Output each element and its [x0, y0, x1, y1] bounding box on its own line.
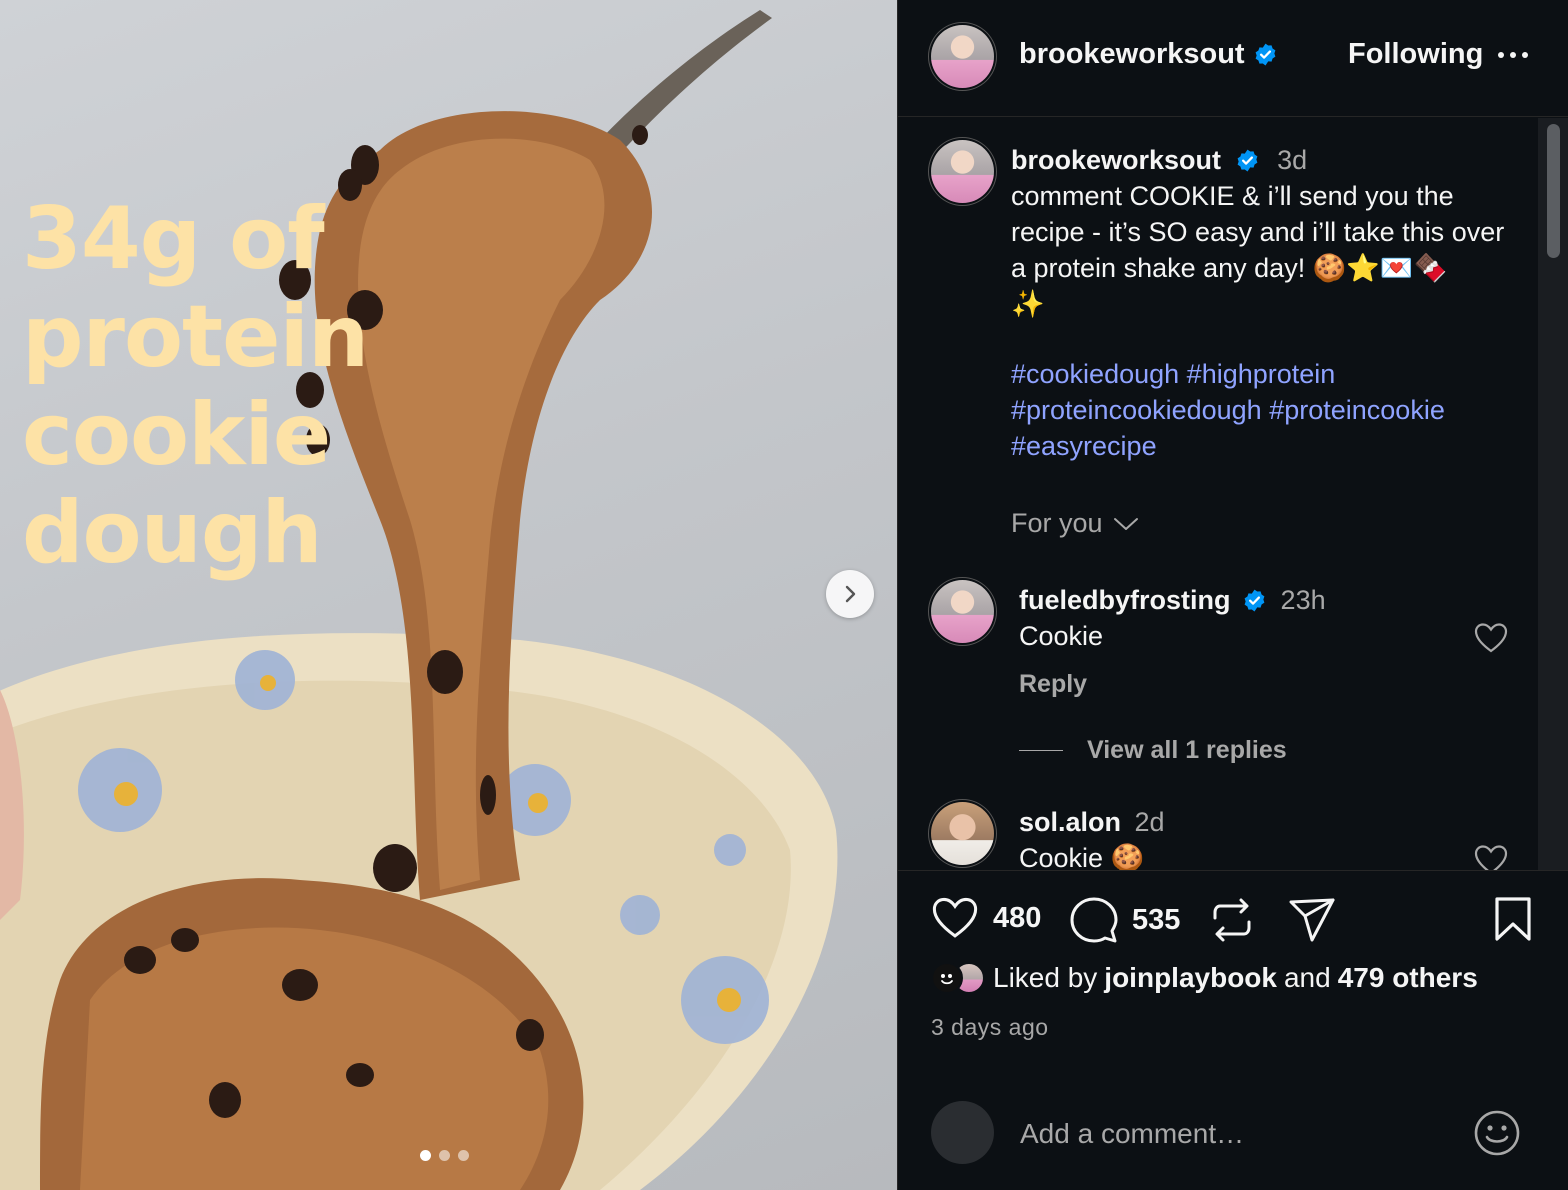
liked-by-and: and: [1283, 962, 1331, 993]
divider: [898, 870, 1568, 871]
chevron-down-icon: [1113, 517, 1138, 530]
comment-sort-dropdown[interactable]: For you: [1011, 508, 1139, 539]
cookie-dough-photo: [0, 10, 838, 1190]
avatar[interactable]: [931, 802, 994, 865]
add-comment-input[interactable]: [1020, 1112, 1440, 1156]
comments-scrollbar[interactable]: [1538, 118, 1568, 870]
username-text[interactable]: brookeworksout: [1019, 38, 1245, 71]
overlay-line: protein: [22, 287, 369, 387]
carousel-dots: [420, 1150, 469, 1161]
send-paper-plane-icon: [1289, 898, 1335, 942]
repost-icon: [1213, 898, 1251, 942]
heart-icon: [932, 897, 978, 938]
view-replies-label: View all 1 replies: [1087, 736, 1287, 764]
emoji-icon[interactable]: [1473, 1109, 1521, 1157]
comment-button[interactable]: 535: [1070, 896, 1180, 944]
avatar[interactable]: [931, 580, 994, 643]
carousel-dot[interactable]: [439, 1150, 450, 1161]
view-replies-button[interactable]: View all 1 replies: [1019, 736, 1287, 765]
caption-text: comment COOKIE & i’ll send you the recip…: [1011, 181, 1505, 283]
like-count: 480: [993, 901, 1042, 934]
overlay-line: 34g of: [22, 189, 325, 289]
share-button[interactable]: [1288, 896, 1336, 944]
comment-bubble-icon: [1070, 897, 1118, 943]
following-button[interactable]: Following: [1348, 38, 1483, 71]
avatar: [931, 1101, 994, 1164]
hashtag-link[interactable]: #proteincookie: [1269, 395, 1445, 425]
comment-username[interactable]: sol.alon: [1019, 807, 1121, 837]
verified-badge-icon: [1237, 149, 1257, 172]
comment-time: 23h: [1280, 585, 1326, 615]
comment-item: fueledbyfrosting 23h Cookie Reply View a…: [898, 580, 1538, 780]
hashtag-link[interactable]: #highprotein: [1187, 359, 1336, 389]
comments-list[interactable]: brookeworksout 3d comment COOKIE & i’ll …: [898, 118, 1538, 870]
reply-button[interactable]: Reply: [1019, 670, 1087, 699]
avatar[interactable]: [931, 140, 994, 203]
avatar: [931, 962, 963, 994]
comment-sort-label: For you: [1011, 508, 1103, 538]
header-username[interactable]: brookeworksout: [1019, 38, 1278, 71]
liked-by-user[interactable]: joinplaybook: [1104, 962, 1277, 994]
hashtag-link[interactable]: #proteincookiedough: [1011, 395, 1262, 425]
comment-like-heart-icon[interactable]: [1474, 844, 1508, 870]
post-header: brookeworksout Following: [898, 0, 1568, 117]
comment-time: 2d: [1134, 807, 1165, 837]
comment-item: sol.alon 2d Cookie 🍪: [898, 802, 1538, 870]
bookmark-icon: [1495, 897, 1531, 941]
comment-username[interactable]: fueledbyfrosting: [1019, 585, 1231, 615]
liked-by-others[interactable]: 479 others: [1338, 962, 1478, 994]
liked-by-prefix: Liked by: [993, 962, 1098, 993]
carousel-dot[interactable]: [458, 1150, 469, 1161]
carousel-dot-active[interactable]: [420, 1150, 431, 1161]
post-media[interactable]: 34g of protein cookie dough: [0, 0, 897, 1190]
post-overlay-text: 34g of protein cookie dough: [22, 190, 442, 582]
chevron-right-icon: [845, 585, 856, 603]
liked-by-line[interactable]: Liked by joinplaybook and 479 others: [931, 962, 1478, 994]
caption-text-sparkles: ✨: [1011, 289, 1045, 319]
overlay-line: dough: [22, 483, 323, 583]
divider: [898, 1072, 1568, 1073]
more-options-icon[interactable]: [1496, 40, 1530, 70]
hashtag-link[interactable]: #cookiedough: [1011, 359, 1179, 389]
hashtag-link[interactable]: #easyrecipe: [1011, 431, 1157, 461]
verified-badge-icon: [1244, 589, 1265, 612]
comment-like-heart-icon[interactable]: [1474, 622, 1508, 654]
repost-button[interactable]: [1209, 896, 1255, 944]
comment-text: Cookie: [1019, 621, 1104, 651]
post-timestamp[interactable]: 3 days ago: [931, 1014, 1049, 1041]
post-caption: brookeworksout 3d comment COOKIE & i’ll …: [1011, 142, 1521, 322]
verified-badge-icon: [1255, 43, 1275, 66]
comment-body: sol.alon 2d Cookie 🍪: [1019, 804, 1459, 870]
post-side-panel: brookeworksout Following brookeworksout …: [897, 0, 1568, 1190]
comment-count: 535: [1132, 903, 1181, 936]
like-button[interactable]: 480: [931, 896, 1041, 940]
overlay-line: cookie: [22, 385, 331, 485]
save-button[interactable]: [1493, 896, 1533, 942]
replies-divider-line: [1019, 750, 1063, 751]
caption-time: 3d: [1277, 145, 1308, 175]
playbook-logo-icon: [941, 974, 953, 985]
comment-text: Cookie 🍪: [1019, 843, 1145, 870]
post-action-bar: 480 535: [898, 896, 1568, 952]
carousel-next-button[interactable]: [826, 570, 874, 618]
comment-body: fueledbyfrosting 23h Cookie: [1019, 582, 1459, 654]
caption-hashtags: #cookiedough #highprotein #proteincookie…: [1011, 356, 1521, 464]
scrollbar-thumb[interactable]: [1547, 124, 1560, 258]
avatar[interactable]: [931, 25, 994, 88]
caption-username[interactable]: brookeworksout: [1011, 145, 1221, 175]
